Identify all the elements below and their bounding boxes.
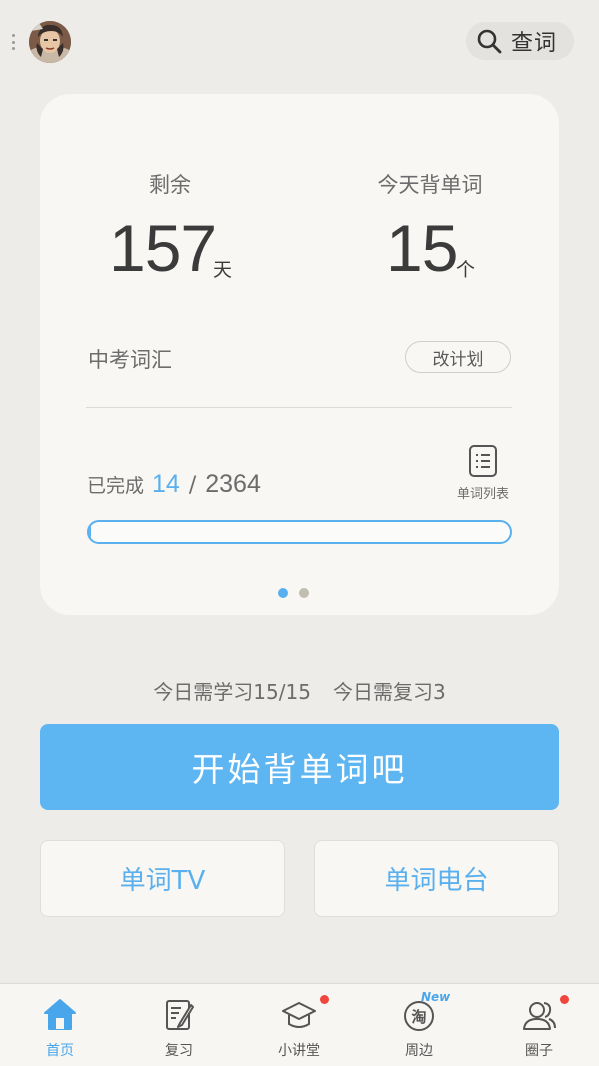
nav-item-home[interactable]: 首页	[0, 984, 120, 1066]
nav-label: 复习	[165, 1043, 193, 1059]
notification-dot	[320, 995, 329, 1004]
nav-item-nearby[interactable]: 淘 New 周边	[359, 984, 479, 1066]
progress-done-count: 14	[152, 470, 180, 498]
graduation-cap-icon	[282, 1002, 316, 1028]
nav-label: 周边	[405, 1043, 433, 1059]
people-icon	[523, 1002, 556, 1030]
bottom-nav: 首页 复习 小讲堂 淘 New 周边 圈子	[0, 983, 599, 1066]
nav-item-circle[interactable]: 圈子	[479, 984, 599, 1066]
nav-label: 首页	[46, 1043, 74, 1059]
progress-prefix: 已完成	[87, 475, 145, 497]
nav-label: 圈子	[525, 1043, 553, 1059]
nav-item-lecture[interactable]: 小讲堂	[239, 984, 359, 1066]
new-badge: New	[421, 990, 451, 1004]
notification-dot	[560, 995, 569, 1004]
nav-label: 小讲堂	[278, 1043, 320, 1059]
search-button[interactable]: 查词	[466, 22, 574, 60]
search-label: 查词	[511, 31, 558, 56]
daily-words-value: 15	[386, 211, 458, 285]
days-left-label: 剩余	[149, 173, 191, 197]
daily-words-label: 今天背单词	[377, 173, 483, 197]
word-list-button[interactable]: 单词列表	[448, 444, 518, 506]
progress-bar	[87, 520, 512, 544]
page-indicator-dot	[299, 588, 309, 598]
progress-separator: /	[188, 473, 197, 498]
words-unit: 个	[456, 259, 476, 281]
search-icon	[477, 29, 502, 54]
today-study-text: 今日需学习15/15	[153, 680, 311, 704]
change-plan-button[interactable]: 改计划	[405, 341, 511, 373]
svg-text:淘: 淘	[410, 1008, 426, 1026]
days-unit: 天	[213, 259, 233, 281]
start-learning-button[interactable]: 开始背单词吧	[40, 724, 559, 810]
progress-bar-fill	[89, 522, 92, 542]
word-tv-button[interactable]: 单词TV	[40, 840, 285, 917]
nav-item-review[interactable]: 复习	[119, 984, 239, 1066]
today-review-text: 今日需复习3	[332, 680, 446, 704]
word-list-label: 单词列表	[456, 487, 509, 502]
today-summary: 今日需学习15/15 今日需复习3	[0, 676, 599, 705]
home-icon	[44, 999, 76, 1030]
word-radio-button[interactable]: 单词电台	[314, 840, 559, 917]
days-left-value: 157	[109, 211, 217, 285]
more-menu-icon[interactable]	[11, 34, 15, 50]
progress-total-count: 2364	[205, 470, 261, 498]
word-list-icon	[469, 445, 497, 477]
edit-note-icon	[166, 1000, 194, 1030]
progress-text: 已完成 14 / 2364	[87, 470, 261, 499]
avatar[interactable]	[29, 21, 71, 63]
divider	[86, 407, 512, 408]
word-book-name: 中考词汇	[88, 348, 172, 372]
page-indicator-dot-active	[278, 588, 288, 598]
